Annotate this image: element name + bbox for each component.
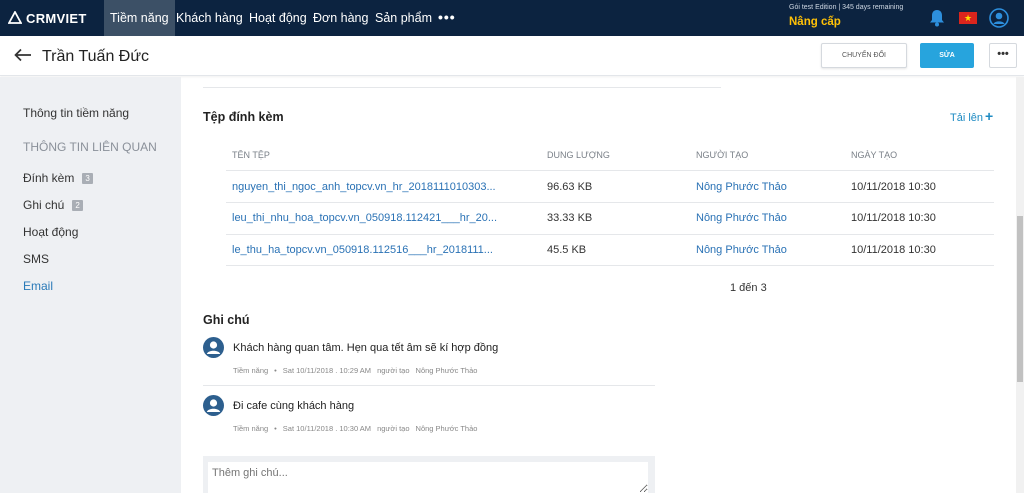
more-actions-button[interactable]: ••• <box>989 43 1017 68</box>
attachment-size: 96.63 KB <box>547 181 593 193</box>
top-navbar: CRMVIET Tiềm năng Khách hàng Hoạt động Đ… <box>0 0 1024 36</box>
attachment-date: 10/11/2018 10:30 <box>851 212 936 224</box>
attachment-name-link[interactable]: nguyen_thi_ngoc_anh_topcv.vn_hr_20181110… <box>232 181 496 193</box>
user-avatar-icon[interactable] <box>989 8 1009 33</box>
creator-link[interactable]: Nông Phước Thảo <box>696 212 787 224</box>
sidebar-item-attachments[interactable]: Đính kèm 3 <box>23 171 93 185</box>
record-header: Trần Tuấn Đức CHUYỂN ĐỔI SỬA ••• <box>0 36 1024 76</box>
note-by-label: người tạo <box>377 366 410 375</box>
nav-hoat-dong[interactable]: Hoạt động <box>243 0 313 36</box>
sidebar-item-notes[interactable]: Ghi chú 2 <box>23 198 83 212</box>
attachment-name-link[interactable]: leu_thi_nhu_hoa_topcv.vn_050918.112421__… <box>232 212 497 224</box>
row-divider <box>226 170 994 171</box>
bell-icon[interactable] <box>929 9 945 32</box>
sidebar-item-label: Ghi chú <box>23 198 65 212</box>
note-author-avatar-icon <box>203 395 224 421</box>
sidebar-item-activities[interactable]: Hoạt động <box>23 225 78 239</box>
upload-link[interactable]: Tải lên + <box>950 108 993 124</box>
sidebar-section-related: THÔNG TIN LIÊN QUAN <box>23 140 157 154</box>
nav-more-button[interactable]: ••• <box>438 0 456 36</box>
app-logo[interactable]: CRMVIET <box>8 8 87 28</box>
note-author[interactable]: Nông Phước Thảo <box>416 366 478 375</box>
sidebar-item-email[interactable]: Email <box>23 279 53 293</box>
bullet: • <box>274 366 277 375</box>
record-title: Trần Tuấn Đức <box>42 48 150 65</box>
attachment-size: 45.5 KB <box>547 244 587 256</box>
note-time: Sat 10/11/2018 . 10:29 AM <box>282 366 372 375</box>
nav-san-pham[interactable]: Sản phẩm <box>369 0 438 36</box>
sidebar-item-sms[interactable]: SMS <box>23 252 49 266</box>
note-divider <box>203 385 655 386</box>
count-badge: 2 <box>72 200 83 212</box>
flag-vn-icon[interactable]: ★ <box>959 12 977 24</box>
trial-info: Gói test Edition | 345 days remaining <box>789 4 904 11</box>
pagination-info: 1 đến 3 <box>730 282 767 294</box>
sidebar-item-info[interactable]: Thông tin tiềm năng <box>23 106 129 120</box>
divider <box>203 87 721 88</box>
note-text: Khách hàng quan tâm. Hẹn qua tết âm sẽ k… <box>233 342 499 354</box>
row-divider <box>226 234 994 235</box>
note-meta: Tiềm năng • Sat 10/11/2018 . 10:29 AM người… <box>233 366 483 375</box>
notes-title: Ghi chú <box>203 313 250 327</box>
sidebar-item-label: Đính kèm <box>23 171 75 185</box>
creator-link[interactable]: Nông Phước Thảo <box>696 181 787 193</box>
add-note-input[interactable] <box>208 462 648 493</box>
nav-khach-hang[interactable]: Khách hàng <box>170 0 249 36</box>
attachment-date: 10/11/2018 10:30 <box>851 181 936 193</box>
note-author[interactable]: Nông Phước Thảo <box>416 424 478 433</box>
attachments-title: Tệp đính kèm <box>203 110 284 124</box>
nav-tiem-nang[interactable]: Tiềm năng <box>104 0 175 36</box>
column-header-date[interactable]: NGÀY TẠO <box>851 150 897 160</box>
note-tag[interactable]: Tiềm năng <box>233 424 268 433</box>
flag-star: ★ <box>964 13 973 23</box>
upload-label: Tải lên <box>950 112 984 124</box>
row-divider <box>226 202 994 203</box>
column-header-name[interactable]: TÊN TỆP <box>232 150 270 160</box>
attachment-date: 10/11/2018 10:30 <box>851 244 936 256</box>
count-badge: 3 <box>82 173 93 185</box>
upgrade-link[interactable]: Nâng cấp <box>789 16 841 28</box>
note-tag[interactable]: Tiềm năng <box>233 366 268 375</box>
row-divider <box>226 265 994 266</box>
logo-icon <box>8 11 22 24</box>
attachment-size: 33.33 KB <box>547 212 593 224</box>
column-header-creator[interactable]: NGƯỜI TẠO <box>696 150 748 160</box>
note-text: Đi cafe cùng khách hàng <box>233 400 355 412</box>
edit-button[interactable]: SỬA <box>920 43 974 68</box>
note-author-avatar-icon <box>203 337 224 363</box>
note-by-label: người tạo <box>377 424 410 433</box>
scrollbar-thumb[interactable] <box>1017 216 1023 382</box>
back-arrow-icon[interactable] <box>14 48 32 67</box>
creator-link[interactable]: Nông Phước Thảo <box>696 244 787 256</box>
nav-don-hang[interactable]: Đơn hàng <box>307 0 374 36</box>
bullet: • <box>274 424 277 433</box>
plus-icon: + <box>985 108 994 124</box>
note-meta: Tiềm năng • Sat 10/11/2018 . 10:30 AM người… <box>233 424 483 433</box>
column-header-size[interactable]: DUNG LƯỢNG <box>547 150 610 160</box>
logo-text: CRMVIET <box>26 10 87 26</box>
attachment-name-link[interactable]: le_thu_ha_topcv.vn_050918.112516___hr_20… <box>232 244 493 256</box>
convert-button[interactable]: CHUYỂN ĐỔI <box>821 43 907 68</box>
note-time: Sat 10/11/2018 . 10:30 AM <box>282 424 372 433</box>
